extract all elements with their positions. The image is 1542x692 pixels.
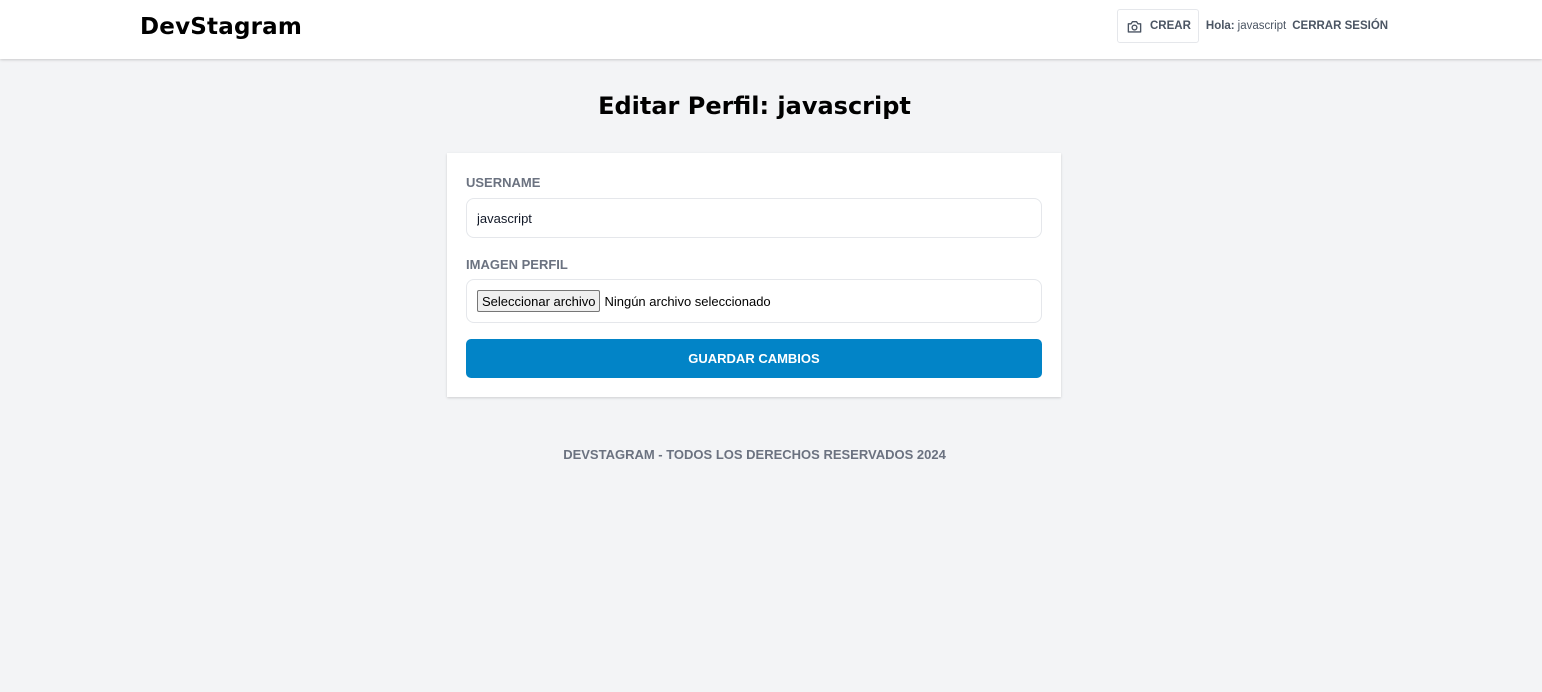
page-title: Editar Perfil: javascript: [598, 92, 911, 120]
profile-image-label: IMAGEN PERFIL: [466, 257, 568, 272]
file-status-text: Ningún archivo seleccionado: [604, 293, 771, 309]
greeting-username[interactable]: javascript: [1238, 20, 1287, 32]
top-navbar: DevStagram CREAR Hola: javascript CERRAR…: [0, 0, 1542, 59]
greeting-label: Hola:: [1205, 20, 1235, 32]
app-logo[interactable]: DevStagram: [140, 14, 302, 40]
choose-file-button[interactable]: Seleccionar archivo: [477, 290, 601, 312]
camera-icon: [1126, 19, 1143, 34]
create-post-label: CREAR: [1150, 20, 1191, 32]
create-post-button[interactable]: CREAR: [1117, 9, 1199, 43]
save-changes-button[interactable]: GUARDAR CAMBIOS: [466, 339, 1042, 378]
user-nav: CREAR Hola: javascript CERRAR SESIÓN: [1117, 9, 1388, 43]
edit-profile-form: USERNAME IMAGEN PERFIL Seleccionar archi…: [447, 153, 1061, 397]
logout-button[interactable]: CERRAR SESIÓN: [1292, 20, 1388, 32]
footer-text: DEVSTAGRAM - TODOS LOS DERECHOS RESERVAD…: [563, 447, 946, 462]
user-greeting: Hola: javascript: [1206, 20, 1286, 32]
username-label: USERNAME: [466, 175, 541, 190]
profile-image-file-input[interactable]: Seleccionar archivo Ningún archivo selec…: [466, 279, 1042, 323]
username-input[interactable]: [466, 198, 1042, 238]
